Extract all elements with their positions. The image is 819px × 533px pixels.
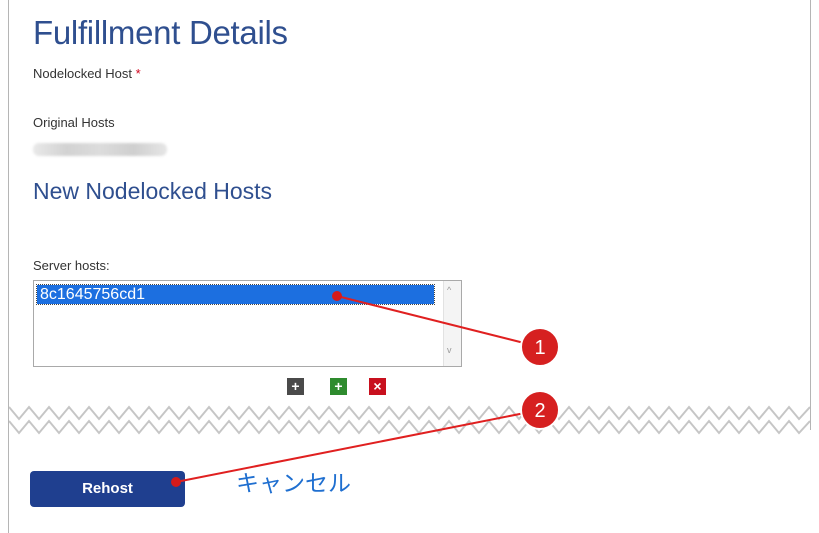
rehost-button[interactable]: Rehost [30,471,185,507]
torn-edge-divider [9,405,810,435]
frame-right-border [810,0,811,430]
copy-add-icon[interactable]: + [287,378,304,395]
scroll-up-icon[interactable]: ^ [447,285,451,295]
nodelocked-host-text: Nodelocked Host [33,66,132,81]
original-hosts-label: Original Hosts [33,115,115,130]
server-host-item[interactable]: 8c1645756cd1 [36,284,435,305]
annotation-badge-1-label: 1 [534,337,545,359]
frame-left-border [8,0,9,533]
original-host-value-redacted [33,143,167,156]
nodelocked-host-label: Nodelocked Host * [33,66,141,81]
annotation-badge-1 [520,327,560,367]
new-hosts-section-title: New Nodelocked Hosts [33,178,273,204]
scroll-down-icon[interactable]: v [447,345,452,355]
delete-icon[interactable]: × [369,378,386,395]
page-title: Fulfillment Details [33,14,288,51]
listbox-scrollbar[interactable]: ^ v [443,281,461,366]
server-hosts-listbox[interactable]: 8c1645756cd1 ^ v [33,280,462,367]
cancel-link[interactable]: キャンセル [236,464,351,498]
server-hosts-label: Server hosts: [33,258,110,273]
add-icon[interactable]: + [330,378,347,395]
required-marker: * [135,66,141,81]
